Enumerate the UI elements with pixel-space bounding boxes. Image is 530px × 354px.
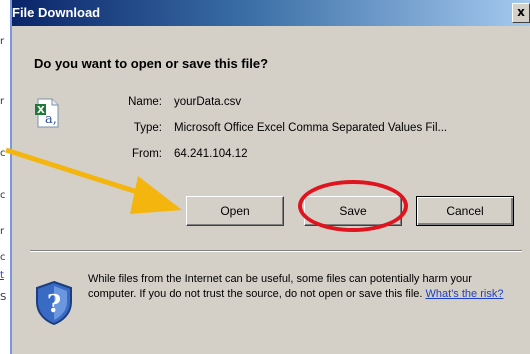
excel-csv-file-icon: X a, bbox=[35, 98, 59, 128]
background-link[interactable]: t bbox=[0, 270, 4, 281]
svg-text:X: X bbox=[37, 105, 45, 116]
background-text: r bbox=[0, 36, 5, 47]
svg-text:?: ? bbox=[47, 289, 61, 318]
background-text: c bbox=[0, 252, 6, 263]
dialog-question: Do you want to open or save this file? bbox=[34, 56, 269, 71]
warning-message: While files from the Internet can be use… bbox=[88, 272, 508, 302]
security-shield-icon: ? bbox=[36, 280, 72, 326]
file-type-value: Microsoft Office Excel Comma Separated V… bbox=[174, 122, 448, 134]
type-label: Type: bbox=[133, 122, 162, 134]
warning-text: While files from the Internet can be use… bbox=[88, 273, 472, 300]
whats-the-risk-link[interactable]: What's the risk? bbox=[426, 288, 504, 300]
dialog-title: File Download bbox=[12, 5, 101, 20]
divider bbox=[30, 250, 522, 252]
background-text: r bbox=[0, 96, 5, 107]
dialog-titlebar[interactable]: File Download x bbox=[12, 0, 530, 26]
close-icon: x bbox=[517, 5, 525, 19]
annotation-arrow-icon bbox=[5, 147, 182, 214]
svg-text:a,: a, bbox=[45, 112, 57, 127]
name-label: Name: bbox=[128, 96, 162, 108]
file-name-value: yourData.csv bbox=[174, 96, 242, 108]
background-text: S bbox=[0, 292, 7, 303]
highlight-ellipse bbox=[298, 180, 408, 232]
background-text: r bbox=[0, 226, 5, 237]
close-button[interactable]: x bbox=[512, 3, 530, 23]
cancel-button[interactable]: Cancel bbox=[416, 196, 514, 226]
